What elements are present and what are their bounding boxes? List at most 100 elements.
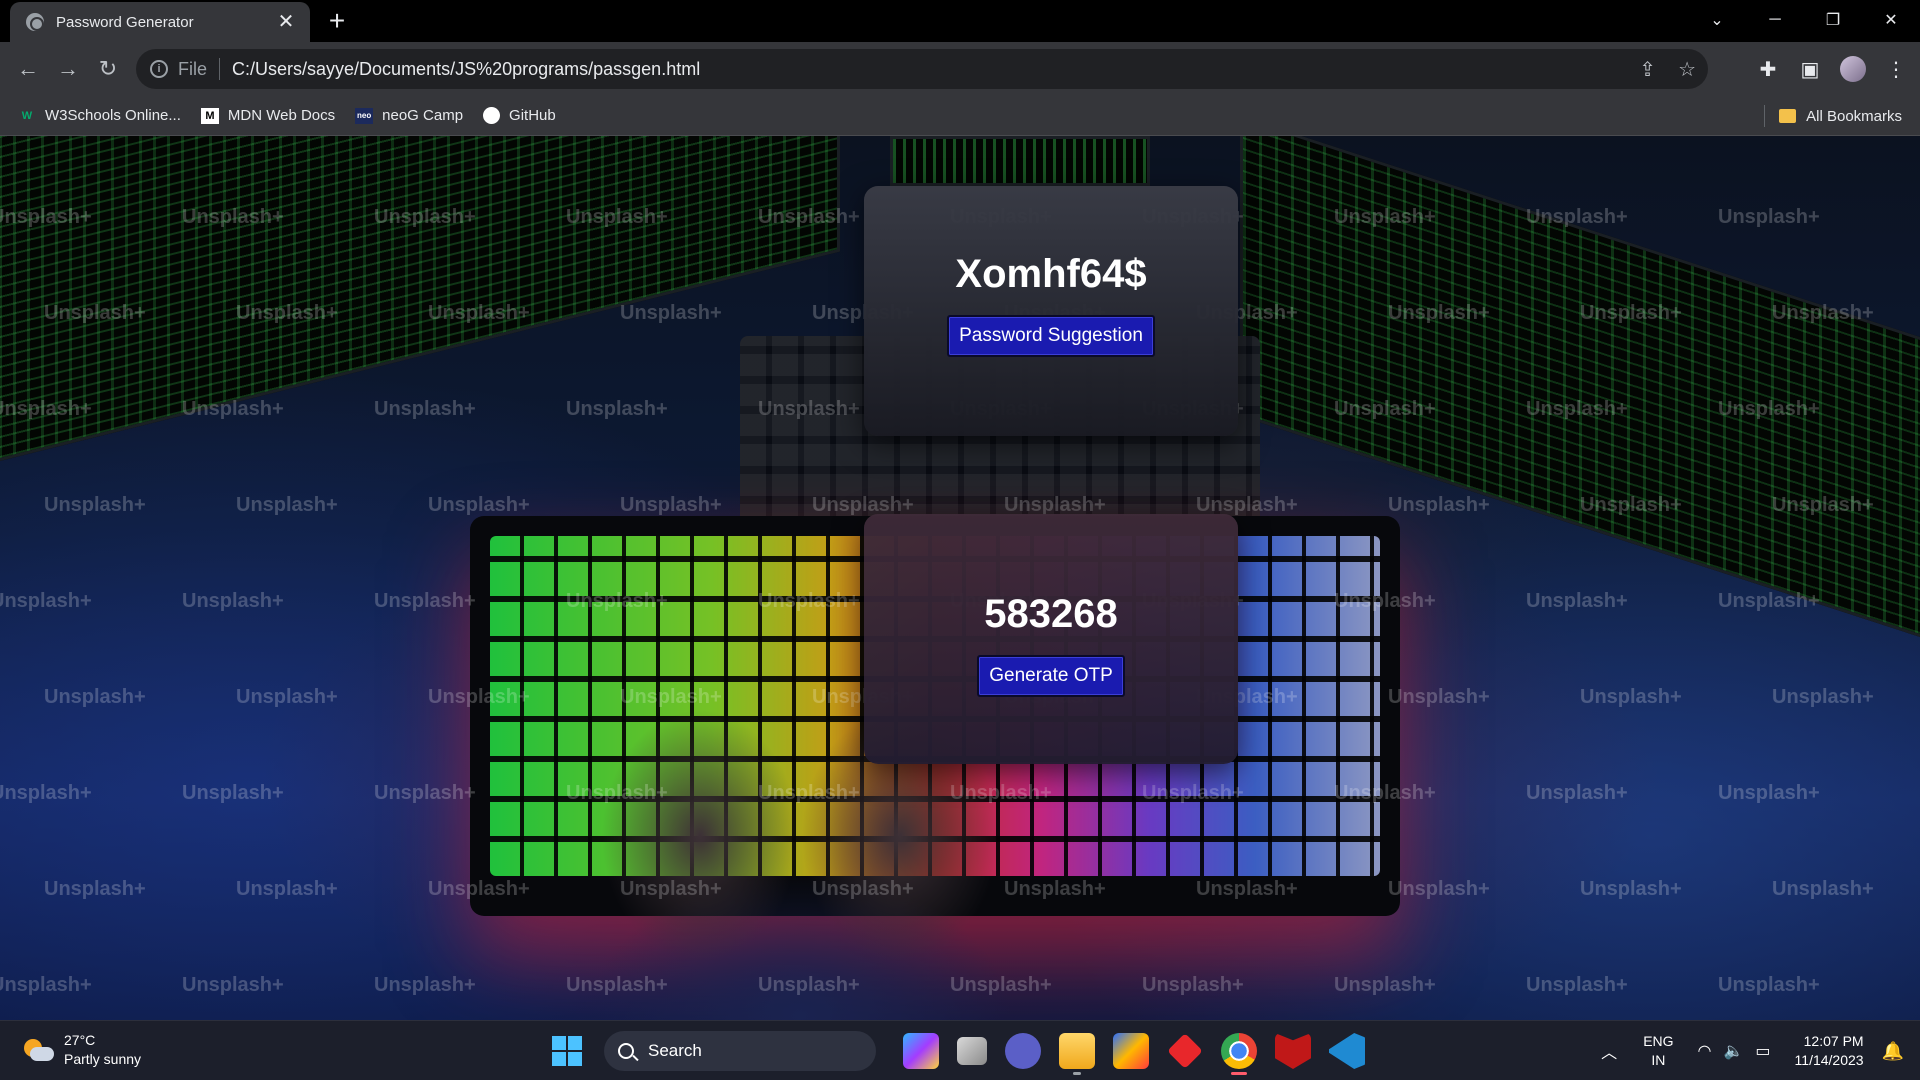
watermark-text: Unsplash+ [1334, 206, 1436, 228]
mdn-icon: M [200, 107, 219, 124]
info-icon[interactable]: i [150, 60, 168, 78]
weather-widget[interactable]: 27°C Partly sunny [22, 1031, 141, 1069]
window-controls: ⌄ ─ ❐ ✕ [1688, 0, 1920, 40]
watermark-text: Unsplash+ [1142, 974, 1244, 996]
watermark-text: Unsplash+ [374, 206, 476, 228]
quick-settings[interactable]: ◠ 🔈 ▭ [1698, 1041, 1771, 1061]
watermark-text: Unsplash+ [1526, 782, 1628, 804]
watermark-text: Unsplash+ [44, 878, 146, 900]
watermark-text: Unsplash+ [1388, 878, 1490, 900]
bookmark-w3schools[interactable]: W W3Schools Online... [18, 107, 181, 124]
close-tab-icon[interactable]: ✕ [274, 10, 298, 34]
extensions-icon[interactable]: ✚ [1756, 57, 1780, 82]
file-explorer-icon[interactable] [1059, 1033, 1095, 1075]
watermark-text: Unsplash+ [620, 878, 722, 900]
back-icon[interactable]: ← [8, 56, 48, 82]
profile-avatar[interactable] [1840, 56, 1866, 82]
watermark-text: Unsplash+ [1526, 590, 1628, 612]
restore-icon[interactable]: ❐ [1804, 10, 1862, 30]
address-bar[interactable]: i File C:/Users/sayye/Documents/JS%20pro… [136, 49, 1708, 89]
new-tab-button[interactable]: + [322, 7, 352, 35]
anydesk-icon[interactable] [1167, 1033, 1203, 1069]
input-language[interactable]: ENG IN [1643, 1032, 1673, 1070]
side-panel-icon[interactable]: ▣ [1798, 57, 1822, 82]
bookmarks-bar: W W3Schools Online... M MDN Web Docs neo… [0, 96, 1920, 136]
watermark-text: Unsplash+ [182, 398, 284, 420]
watermark-text: Unsplash+ [236, 302, 338, 324]
share-icon[interactable]: ⇪ [1639, 57, 1656, 82]
watermark-text: Unsplash+ [182, 974, 284, 996]
lang-region: IN [1651, 1052, 1666, 1068]
watermark-text: Unsplash+ [758, 590, 860, 612]
password-suggestion-button[interactable]: Password Suggestion [947, 315, 1155, 357]
watermark-text: Unsplash+ [428, 494, 530, 516]
system-tray: ︿ ENG IN ◠ 🔈 ▭ 12:07 PM 11/14/2023 🔔 [1601, 1021, 1920, 1080]
reload-icon[interactable]: ↻ [88, 56, 128, 82]
windows-taskbar: 27°C Partly sunny Search ︿ ENG IN ◠ 🔈 ▭ [0, 1020, 1920, 1080]
url-scheme: File [178, 58, 208, 79]
menu-icon[interactable]: ⋮ [1884, 57, 1908, 82]
watermark-text: Unsplash+ [1526, 974, 1628, 996]
date: 11/14/2023 [1794, 1052, 1864, 1068]
bookmarks-divider [1764, 105, 1766, 127]
close-window-icon[interactable]: ✕ [1862, 10, 1920, 30]
chat-icon[interactable] [1005, 1033, 1041, 1069]
bookmark-github[interactable]: GitHub [483, 107, 556, 124]
forward-icon[interactable]: → [48, 56, 88, 82]
watermark-text: Unsplash+ [758, 974, 860, 996]
bookmark-neog[interactable]: neo neoG Camp [355, 107, 463, 124]
watermark-text: Unsplash+ [0, 782, 92, 804]
watermark-text: Unsplash+ [1718, 974, 1820, 996]
vscode-icon[interactable] [1329, 1033, 1365, 1069]
battery-icon: ▭ [1755, 1043, 1771, 1060]
neog-icon: neo [355, 107, 374, 124]
clock[interactable]: 12:07 PM 11/14/2023 [1795, 1032, 1864, 1070]
otp-display: 583268 [984, 592, 1118, 636]
time: 12:07 PM [1803, 1033, 1864, 1049]
microsoft-store-icon[interactable] [1113, 1033, 1149, 1069]
w3schools-icon: W [21, 109, 33, 122]
bookmark-star-icon[interactable]: ☆ [1678, 57, 1696, 82]
watermark-text: Unsplash+ [620, 302, 722, 324]
all-bookmarks[interactable]: All Bookmarks [1764, 96, 1902, 136]
globe-icon [26, 13, 44, 31]
taskbar-search[interactable]: Search [604, 1031, 876, 1071]
watermark-text: Unsplash+ [1334, 590, 1436, 612]
task-view-icon[interactable] [957, 1037, 987, 1065]
watermark-text: Unsplash+ [758, 782, 860, 804]
bookmark-mdn[interactable]: M MDN Web Docs [200, 107, 336, 124]
watermark-text: Unsplash+ [182, 782, 284, 804]
bookmark-label: MDN Web Docs [227, 107, 336, 124]
copilot-icon[interactable] [903, 1033, 939, 1069]
chrome-icon[interactable] [1221, 1033, 1257, 1075]
notification-bell-icon[interactable]: 🔔 [1882, 1041, 1904, 1062]
watermark-text: Unsplash+ [1772, 494, 1874, 516]
generate-otp-button[interactable]: Generate OTP [977, 655, 1125, 697]
minimize-icon[interactable]: ─ [1746, 11, 1804, 29]
github-icon [483, 107, 501, 124]
taskbar-apps: Search [552, 1029, 1374, 1075]
watermark-text: Unsplash+ [950, 974, 1052, 996]
tab-title: Password Generator [56, 13, 194, 31]
url-text[interactable]: C:/Users/sayye/Documents/JS%20programs/p… [232, 59, 700, 80]
watermark-text: Unsplash+ [566, 590, 668, 612]
watermark-text: Unsplash+ [1718, 206, 1820, 228]
watermark-text: Unsplash+ [1334, 398, 1436, 420]
watermark-text: Unsplash+ [182, 590, 284, 612]
tab-search-icon[interactable]: ⌄ [1688, 10, 1746, 30]
watermark-text: Unsplash+ [566, 398, 668, 420]
url-separator [219, 58, 221, 80]
watermark-text: Unsplash+ [1718, 590, 1820, 612]
show-hidden-icons-icon[interactable]: ︿ [1601, 1039, 1617, 1063]
watermark-text: Unsplash+ [1196, 878, 1298, 900]
watermark-text: Unsplash+ [1580, 302, 1682, 324]
watermark-text: Unsplash+ [374, 398, 476, 420]
browser-tab[interactable]: Password Generator ✕ [10, 2, 310, 42]
mcafee-icon[interactable] [1275, 1033, 1311, 1069]
watermark-text: Unsplash+ [1004, 878, 1106, 900]
watermark-text: Unsplash+ [1580, 686, 1682, 708]
watermark-text: Unsplash+ [44, 686, 146, 708]
watermark-text: Unsplash+ [1772, 302, 1874, 324]
start-icon[interactable] [552, 1036, 582, 1066]
watermark-text: Unsplash+ [950, 782, 1052, 804]
